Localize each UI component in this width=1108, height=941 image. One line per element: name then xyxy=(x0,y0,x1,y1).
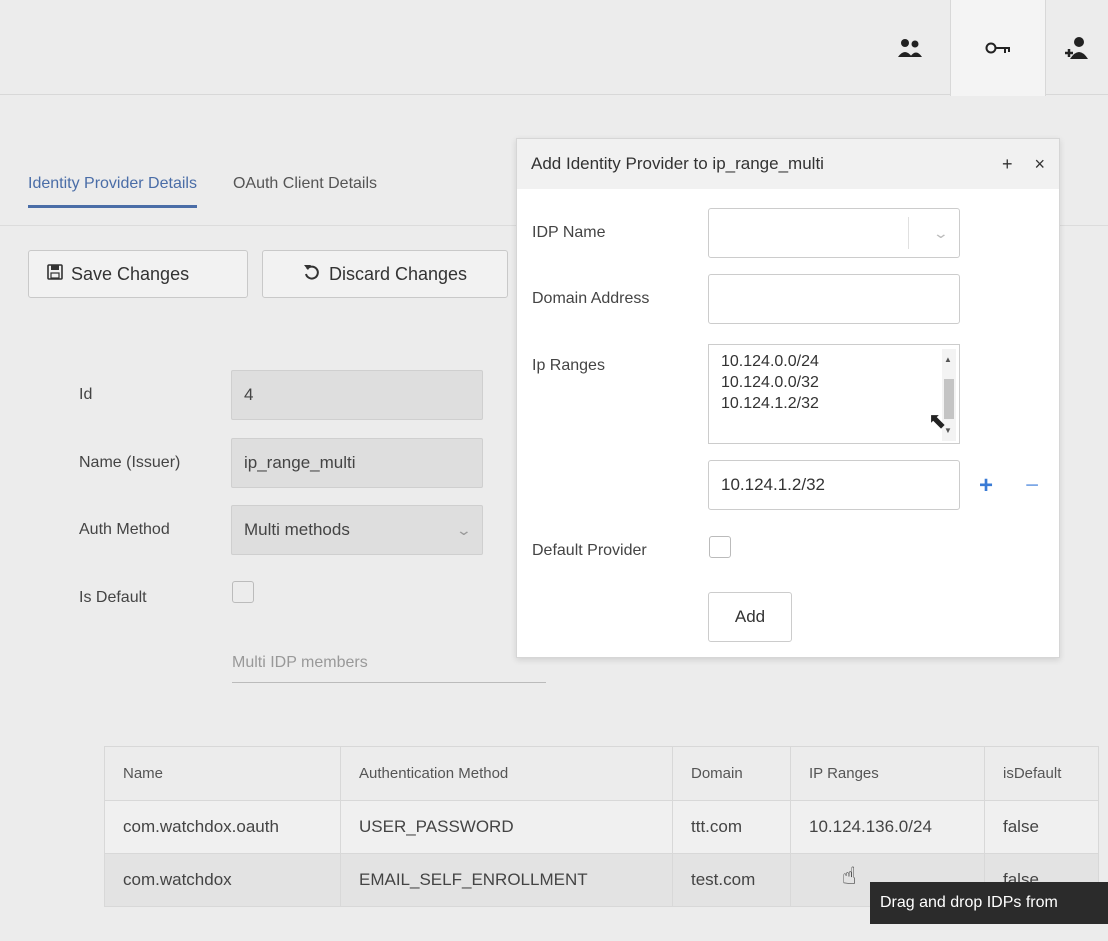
dialog-title: Add Identity Provider to ip_range_multi xyxy=(531,154,824,173)
add-range-icon[interactable]: + xyxy=(979,472,993,500)
add-user-icon[interactable] xyxy=(1046,0,1108,95)
ip-ranges-label: Ip Ranges xyxy=(532,357,605,374)
maximize-icon[interactable]: + xyxy=(1002,154,1013,175)
users-icon[interactable] xyxy=(870,0,950,95)
add-button[interactable]: Add xyxy=(708,592,792,642)
tab-bar: Identity Provider Details OAuth Client D… xyxy=(28,175,377,208)
name-label: Name (Issuer) xyxy=(79,454,181,471)
save-changes-label: Save Changes xyxy=(71,263,190,284)
mouse-pointer-icon: ⬉ xyxy=(928,408,947,433)
top-bar xyxy=(0,0,1108,96)
cell-name: com.watchdox.oauth xyxy=(104,800,341,854)
name-field[interactable]: ip_range_multi xyxy=(231,438,483,488)
list-item[interactable]: 10.124.1.2/32 xyxy=(721,393,947,414)
column-header-ip-ranges[interactable]: IP Ranges xyxy=(790,746,985,801)
remove-range-icon[interactable]: − xyxy=(1025,472,1039,500)
column-header-auth-method[interactable]: Authentication Method xyxy=(340,746,673,801)
auth-method-value: Multi methods xyxy=(244,520,350,539)
is-default-label: Is Default xyxy=(79,589,147,606)
domain-address-label: Domain Address xyxy=(532,290,650,307)
name-value: ip_range_multi xyxy=(244,453,356,472)
save-changes-button[interactable]: Save Changes xyxy=(28,250,248,298)
column-header-domain[interactable]: Domain xyxy=(672,746,791,801)
idp-name-label: IDP Name xyxy=(532,224,606,241)
discard-changes-button[interactable]: Discard Changes xyxy=(262,250,508,298)
drag-drop-tooltip: Drag and drop IDPs from xyxy=(870,882,1108,924)
cell-auth-method: EMAIL_SELF_ENROLLMENT xyxy=(340,853,673,907)
save-icon xyxy=(47,263,63,285)
cell-isdefault: false xyxy=(984,800,1099,854)
list-item[interactable]: 10.124.0.0/32 xyxy=(721,372,947,393)
ip-range-input[interactable]: 10.124.1.2/32 xyxy=(708,460,960,510)
chevron-down-icon: ⌄ xyxy=(455,521,473,538)
domain-address-input[interactable] xyxy=(708,274,960,324)
table-header-row: Name Authentication Method Domain IP Ran… xyxy=(104,746,1099,801)
column-header-isdefault[interactable]: isDefault xyxy=(984,746,1099,801)
id-value: 4 xyxy=(244,385,254,404)
auth-method-select[interactable]: Multi methods ⌄ xyxy=(231,505,483,555)
idp-name-select[interactable]: ⌄ xyxy=(708,208,960,258)
multi-idp-members-label: Multi IDP members xyxy=(232,654,368,671)
ip-range-input-value: 10.124.1.2/32 xyxy=(721,475,825,494)
id-label: Id xyxy=(79,386,93,403)
cell-name: com.watchdox xyxy=(104,853,341,907)
default-provider-label: Default Provider xyxy=(532,542,647,559)
multi-idp-members-underline xyxy=(232,682,546,683)
close-icon[interactable]: × xyxy=(1034,154,1045,175)
key-icon[interactable] xyxy=(950,0,1046,96)
id-field: 4 xyxy=(231,370,483,420)
scroll-up-icon[interactable]: ▲ xyxy=(944,349,952,370)
cell-domain: test.com xyxy=(672,853,791,907)
tab-identity-provider-details[interactable]: Identity Provider Details xyxy=(28,175,197,208)
list-item[interactable]: 10.124.0.0/24 xyxy=(721,351,947,372)
default-provider-checkbox[interactable] xyxy=(709,536,731,558)
auth-method-label: Auth Method xyxy=(79,521,170,538)
hand-cursor-icon: ☝ xyxy=(842,863,857,890)
cell-ip-ranges: 10.124.136.0/24 xyxy=(790,800,985,854)
discard-changes-label: Discard Changes xyxy=(328,263,468,284)
cell-auth-method: USER_PASSWORD xyxy=(340,800,673,854)
dialog-header: Add Identity Provider to ip_range_multi … xyxy=(517,139,1059,189)
is-default-checkbox[interactable] xyxy=(232,581,254,603)
table-row[interactable]: com.watchdox.oauth USER_PASSWORD ttt.com… xyxy=(104,800,1099,854)
column-header-name[interactable]: Name xyxy=(104,746,341,801)
chevron-down-icon: ⌄ xyxy=(932,224,950,241)
ip-ranges-list[interactable]: 10.124.0.0/24 10.124.0.0/32 10.124.1.2/3… xyxy=(708,344,960,444)
cell-domain: ttt.com xyxy=(672,800,791,854)
tab-oauth-client-details[interactable]: OAuth Client Details xyxy=(233,175,377,208)
undo-icon xyxy=(303,263,321,286)
select-divider xyxy=(908,217,909,249)
add-identity-provider-dialog: Add Identity Provider to ip_range_multi … xyxy=(516,138,1060,658)
